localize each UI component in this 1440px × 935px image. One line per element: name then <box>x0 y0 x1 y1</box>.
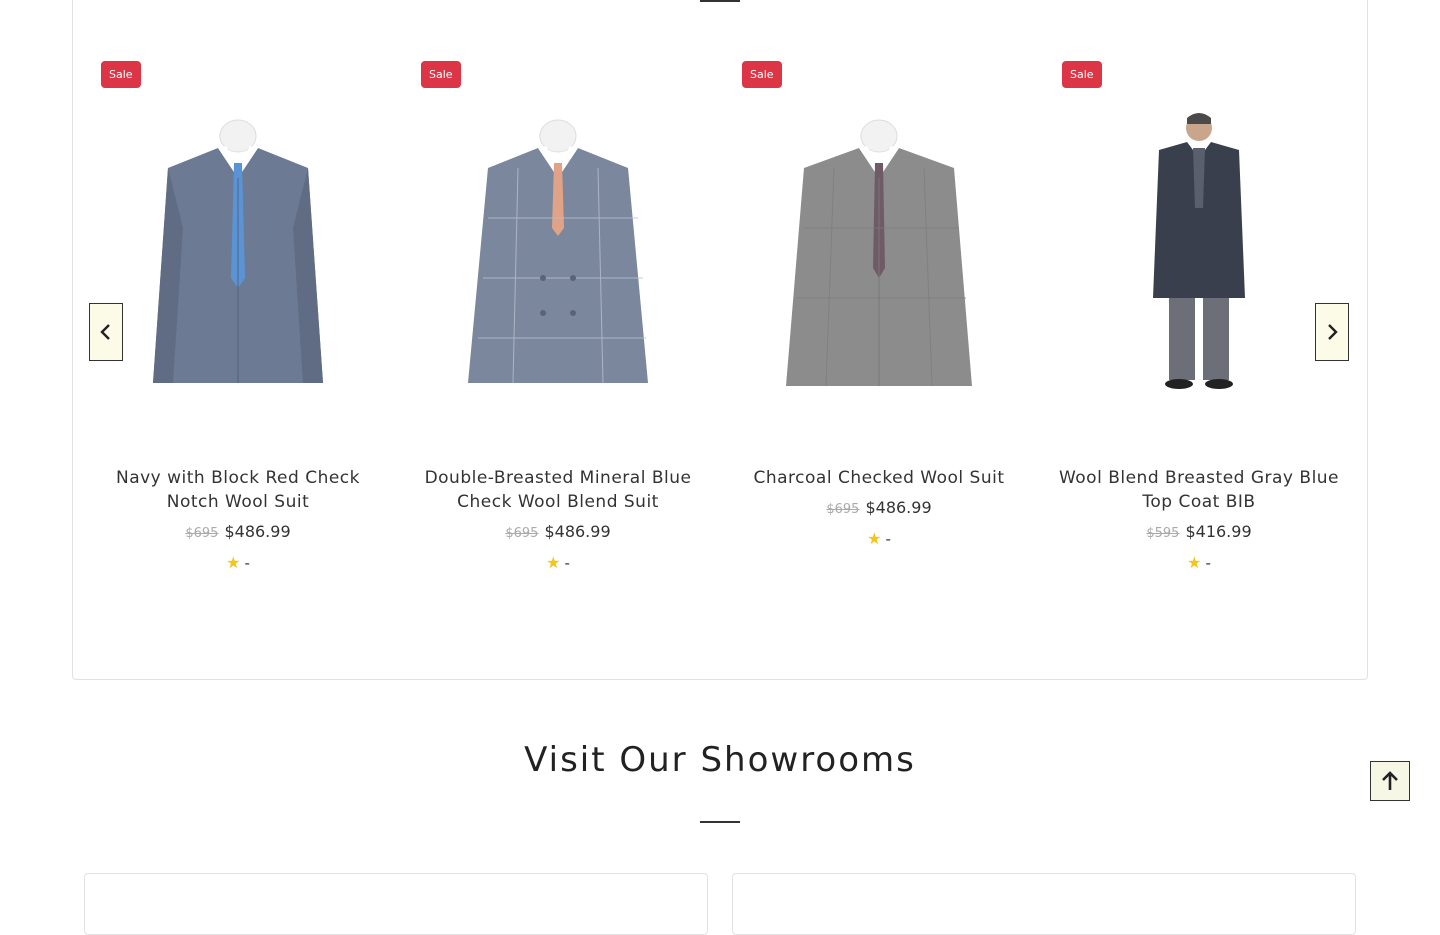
back-to-top-button[interactable] <box>1370 761 1410 801</box>
product-image[interactable] <box>1049 98 1349 408</box>
rating-row: ★ - <box>88 553 388 572</box>
product-title[interactable]: Navy with Block Red Check Notch Wool Sui… <box>88 466 388 514</box>
product-carousel: Sale Navy with Block Red Check Notch Woo… <box>72 0 1368 680</box>
product-image[interactable] <box>408 98 708 408</box>
star-icon: ★ <box>546 553 561 572</box>
star-icon: ★ <box>226 553 241 572</box>
product-image[interactable] <box>88 98 388 408</box>
rating-value: - <box>1205 554 1211 572</box>
product-card[interactable]: Sale Double-Breasted Mineral Blue Check … <box>408 0 708 598</box>
chevron-right-icon <box>1328 324 1338 340</box>
sale-badge: Sale <box>421 61 461 88</box>
star-icon: ★ <box>1187 553 1202 572</box>
rating-value: - <box>244 554 250 572</box>
star-icon: ★ <box>867 529 882 548</box>
rating-row: ★ - <box>1049 553 1349 572</box>
original-price: $595 <box>1146 526 1180 541</box>
sale-price: $416.99 <box>1185 522 1252 541</box>
rating-row: ★ - <box>729 529 1029 548</box>
section-divider <box>700 821 740 823</box>
sale-badge: Sale <box>742 61 782 88</box>
price-row: $695 $486.99 <box>729 498 1029 517</box>
sale-badge: Sale <box>1062 61 1102 88</box>
arrow-up-icon <box>1382 771 1398 790</box>
sale-price: $486.99 <box>544 522 611 541</box>
product-title[interactable]: Charcoal Checked Wool Suit <box>729 466 1029 490</box>
original-price: $695 <box>505 526 539 541</box>
product-title[interactable]: Wool Blend Breasted Gray Blue Top Coat B… <box>1049 466 1349 514</box>
original-price: $695 <box>185 526 219 541</box>
price-row: $595 $416.99 <box>1049 522 1349 541</box>
rating-row: ★ - <box>408 553 708 572</box>
product-card[interactable]: Sale Wool Blend Breasted Gray Blue Top C… <box>1049 0 1349 598</box>
price-row: $695 $486.99 <box>88 522 388 541</box>
product-title[interactable]: Double-Breasted Mineral Blue Check Wool … <box>408 466 708 514</box>
chevron-left-icon <box>100 324 110 340</box>
showroom-card[interactable] <box>84 873 708 935</box>
product-image[interactable] <box>729 98 1029 408</box>
sale-price: $486.99 <box>865 498 932 517</box>
sale-price: $486.99 <box>224 522 291 541</box>
original-price: $695 <box>826 502 860 517</box>
product-card[interactable]: Sale Navy with Block Red Check Notch Woo… <box>88 0 388 598</box>
carousel-next-button[interactable] <box>1315 303 1349 361</box>
price-row: $695 $486.99 <box>408 522 708 541</box>
showroom-card[interactable] <box>732 873 1356 935</box>
carousel-prev-button[interactable] <box>89 303 123 361</box>
sale-badge: Sale <box>101 61 141 88</box>
section-title: Visit Our Showrooms <box>524 740 916 780</box>
product-card[interactable]: Sale Charcoal Checked Wool Suit $695 $486… <box>729 0 1029 598</box>
rating-value: - <box>564 554 570 572</box>
rating-value: - <box>885 530 891 548</box>
